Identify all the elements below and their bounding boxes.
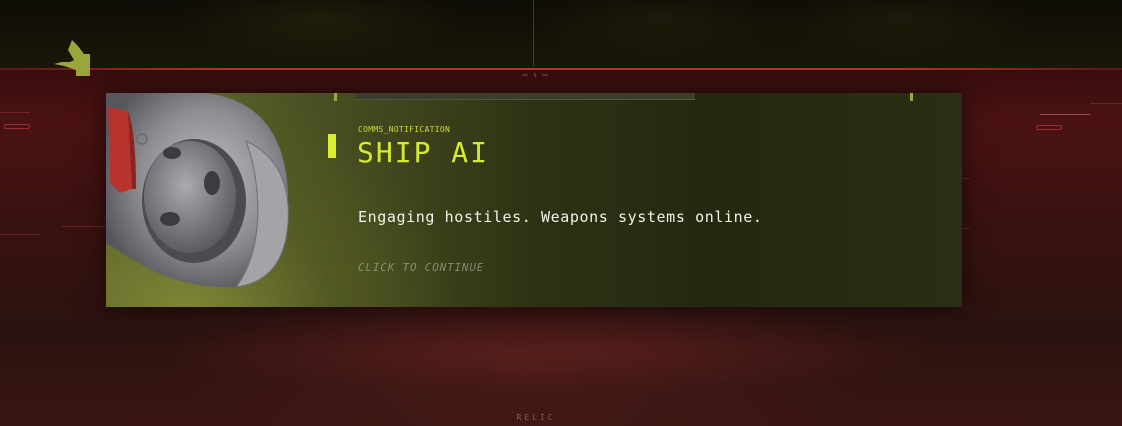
top-divider-line (533, 0, 534, 66)
hud-right-line (1040, 114, 1090, 115)
bottom-glow (150, 312, 970, 392)
comms-notification-card[interactable]: COMMS_NOTIFICATION SHIP AI Engaging host… (106, 93, 962, 307)
hud-left-line-lower (62, 226, 106, 227)
top-viewport-band (0, 0, 1122, 68)
card-tick-left (334, 93, 337, 101)
hud-left-line (0, 112, 30, 113)
notification-message: Engaging hostiles. Weapons systems onlin… (358, 208, 763, 226)
hud-right-tick-lower (962, 228, 970, 229)
hud-frame-line (0, 68, 1122, 70)
center-tick-marks (522, 72, 548, 78)
speaker-name: SHIP AI (357, 136, 490, 169)
hud-left-dash (4, 124, 30, 129)
hud-right-tick (962, 178, 970, 179)
ship-ai-drone-icon (106, 93, 289, 288)
speaker-accent-bar (328, 134, 336, 158)
card-tick-right (910, 93, 913, 101)
card-top-bar (355, 93, 695, 100)
game-scene: COMMS_NOTIFICATION SHIP AI Engaging host… (0, 0, 1122, 426)
hud-right-line-top (1090, 103, 1122, 104)
footer-brand-label: RELIC (516, 413, 556, 422)
hud-left-line-bottom (0, 234, 40, 235)
channel-label: COMMS_NOTIFICATION (358, 125, 451, 134)
click-to-continue-prompt[interactable]: CLICK TO CONTINUE (358, 261, 484, 274)
corner-marker-icon (54, 40, 90, 76)
hud-right-dash (1036, 125, 1062, 130)
